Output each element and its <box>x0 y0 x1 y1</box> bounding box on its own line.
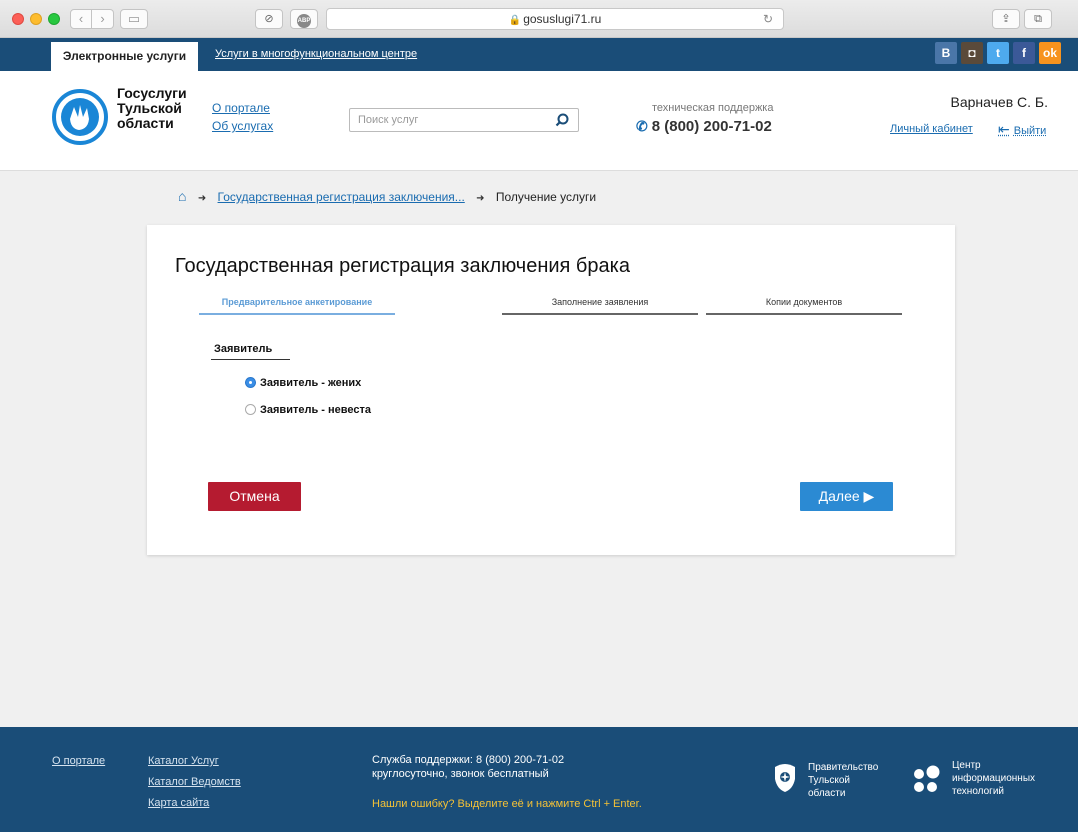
minimize-window-button[interactable] <box>30 13 42 25</box>
back-button[interactable]: ‹ <box>70 9 92 29</box>
twitter-icon[interactable]: t <box>987 42 1009 64</box>
about-services-link[interactable]: Об услугах <box>212 119 273 133</box>
radio-groom[interactable]: Заявитель - жених <box>245 376 362 389</box>
breadcrumb-separator: ➜ <box>197 193 207 204</box>
tab-mfc-services[interactable]: Услуги в многофункциональном центре <box>215 38 417 71</box>
footer-sitemap-link[interactable]: Карта сайта <box>148 797 209 809</box>
page-title: Государственная регистрация заключения б… <box>175 255 630 277</box>
adblock-extension-button[interactable]: ABP <box>290 9 318 29</box>
privacy-extension-icon[interactable]: ⊘ <box>255 9 283 29</box>
search-icon[interactable] <box>555 113 569 127</box>
footer-error-hint: Нашли ошибку? Выделите её и нажмите Ctrl… <box>372 798 642 810</box>
logo-text[interactable]: Госуслуги Тульской области <box>117 86 187 131</box>
adblock-icon: ABP <box>297 14 311 28</box>
next-button[interactable]: Далее ▶ <box>800 482 893 511</box>
logo-line: Тульской <box>117 100 182 116</box>
site-footer: О портале Каталог Услуг Каталог Ведомств… <box>0 727 1078 832</box>
footer-gov-line: области <box>808 788 846 799</box>
cit-logo-icon[interactable] <box>912 765 942 795</box>
radio-groom-label: Заявитель - жених <box>260 377 362 389</box>
support-phone-number: 8 (800) 200-71-02 <box>651 118 772 135</box>
facebook-icon[interactable]: f <box>1013 42 1035 64</box>
close-window-button[interactable] <box>12 13 24 25</box>
odnoklassniki-icon[interactable]: ok <box>1039 42 1061 64</box>
user-name: Варначев С. Б. <box>950 94 1049 110</box>
about-portal-link[interactable]: О портале <box>212 101 270 115</box>
coat-of-arms-icon[interactable] <box>773 761 797 793</box>
personal-cabinet-link[interactable]: Личный кабинет <box>890 123 973 135</box>
footer-gov-line: Тульской <box>808 775 851 786</box>
instagram-icon[interactable]: ◘ <box>961 42 983 64</box>
footer-cit-link[interactable]: Центр информационных технологий <box>952 759 1035 798</box>
footer-cit-line: технологий <box>952 786 1005 797</box>
step-tab-questionnaire[interactable]: Предварительное анкетирование <box>199 297 395 315</box>
logout-button[interactable]: ⇤ Выйти <box>998 121 1046 138</box>
breadcrumb-current: Получение услуги <box>495 190 597 204</box>
home-icon[interactable]: ⌂ <box>178 188 186 204</box>
breadcrumb-parent-link[interactable]: Государственная регистрация заключения..… <box>218 190 465 204</box>
share-button[interactable]: ⇪ <box>992 9 1020 29</box>
reload-icon[interactable]: ↻ <box>763 9 773 29</box>
tab-electronic-services[interactable]: Электронные услуги <box>51 42 198 71</box>
logo-icon[interactable] <box>52 89 108 145</box>
footer-catalog-services-link[interactable]: Каталог Услуг <box>148 755 219 767</box>
logo-line: области <box>117 115 174 131</box>
footer-support-line: Служба поддержки: 8 (800) 200-71-02 <box>372 754 565 766</box>
cancel-button[interactable]: Отмена <box>208 482 301 511</box>
search-placeholder: Поиск услуг <box>358 114 419 126</box>
footer-cit-line: информационных <box>952 773 1036 784</box>
lock-icon: 🔒 <box>508 15 522 26</box>
vk-icon[interactable]: В <box>935 42 957 64</box>
top-navigation: Электронные услуги Услуги в многофункцио… <box>0 38 1078 71</box>
tabs-overview-button[interactable]: ⧉ <box>1024 9 1052 29</box>
search-input[interactable]: Поиск услуг <box>349 108 579 132</box>
site-header: Госуслуги Тульской области О портале Об … <box>0 71 1078 171</box>
step-tab-application[interactable]: Заполнение заявления <box>502 297 698 315</box>
breadcrumb-separator: ➜ <box>476 193 485 204</box>
service-form-card: Государственная регистрация заключения б… <box>147 225 955 555</box>
radio-bride[interactable]: Заявитель - невеста <box>245 403 371 416</box>
applicant-section-label: Заявитель <box>211 343 291 360</box>
exit-icon: ⇤ <box>998 121 1010 137</box>
browser-toolbar: ‹ › ▭ ⊘ ABP 🔒 gosuslugi71.ru ↻ ⇪ ⧉ <box>0 0 1078 38</box>
footer-gov-line: Правительство <box>808 762 879 773</box>
logo-line: Госуслуги <box>117 85 187 101</box>
radio-unchecked-icon[interactable] <box>245 403 256 415</box>
phone-icon: ✆ <box>636 118 648 134</box>
footer-government-link[interactable]: Правительство Тульской области <box>808 761 878 800</box>
footer-catalog-agencies-link[interactable]: Каталог Ведомств <box>148 776 241 788</box>
footer-cit-line: Центр <box>952 760 981 771</box>
support-label: техническая поддержка <box>652 102 774 114</box>
footer-support-info: Служба поддержки: 8 (800) 200-71-02 круг… <box>372 753 564 781</box>
radio-checked-icon[interactable] <box>245 376 256 388</box>
url-text: gosuslugi71.ru <box>523 12 602 26</box>
radio-bride-label: Заявитель - невеста <box>260 404 371 416</box>
step-tab-documents[interactable]: Копии документов <box>706 297 902 315</box>
address-bar[interactable]: 🔒 gosuslugi71.ru ↻ <box>326 8 784 30</box>
logout-label: Выйти <box>1013 125 1047 137</box>
zoom-window-button[interactable] <box>48 13 60 25</box>
footer-support-line: круглосуточно, звонок бесплатный <box>372 768 549 780</box>
support-phone: ✆ 8 (800) 200-71-02 <box>636 118 772 135</box>
sidebar-toggle-icon[interactable]: ▭ <box>120 9 148 29</box>
breadcrumb: ⌂ ➜ Государственная регистрация заключен… <box>178 188 596 204</box>
forward-button[interactable]: › <box>92 9 114 29</box>
footer-about-link[interactable]: О портале <box>52 755 105 767</box>
